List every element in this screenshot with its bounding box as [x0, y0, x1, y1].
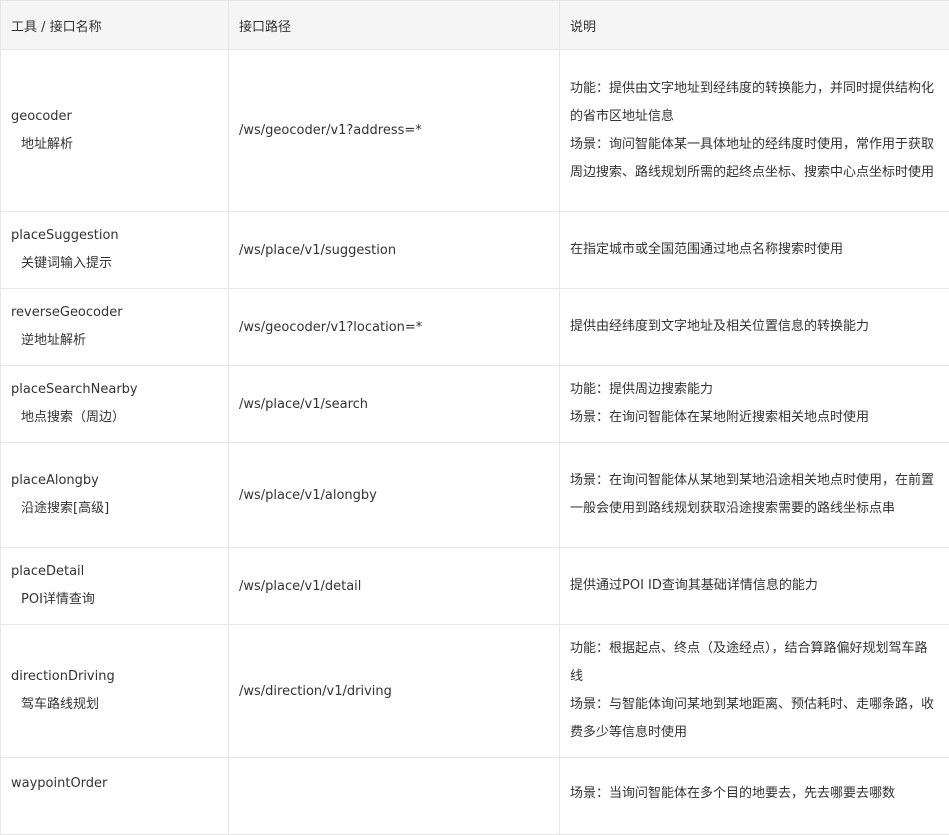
tool-cn-name: 地点搜索（周边） — [11, 404, 228, 432]
header-api-path: 接口路径 — [229, 1, 560, 50]
header-row: 工具 / 接口名称 接口路径 说明 — [1, 1, 949, 50]
table-body: geocoder 地址解析 /ws/geocoder/v1?address=* … — [1, 50, 949, 835]
description-line: 功能：提供由文字地址到经纬度的转换能力，并同时提供结构化的省市区地址信息 — [570, 75, 937, 131]
table-row: placeSearchNearby 地点搜索（周边） /ws/place/v1/… — [1, 366, 949, 443]
description-line: 场景：在询问智能体从某地到某地沿途相关地点时使用，在前置一般会使用到路线规划获取… — [570, 467, 937, 523]
api-path: /ws/geocoder/v1?address=* — [229, 50, 560, 212]
tool-cell: waypointOrder — [1, 758, 229, 835]
tool-cn-name: 地址解析 — [11, 131, 228, 159]
table-row: geocoder 地址解析 /ws/geocoder/v1?address=* … — [1, 50, 949, 212]
api-path: /ws/place/v1/detail — [229, 548, 560, 625]
description-cell: 功能：提供由文字地址到经纬度的转换能力，并同时提供结构化的省市区地址信息 场景：… — [560, 50, 949, 212]
table-row: directionDriving 驾车路线规划 /ws/direction/v1… — [1, 625, 949, 758]
tool-cell: directionDriving 驾车路线规划 — [1, 625, 229, 758]
description-line: 场景：与智能体询问某地到某地距离、预估耗时、走哪条路，收费多少等信息时使用 — [570, 691, 937, 747]
api-path: /ws/geocoder/v1?location=* — [229, 289, 560, 366]
tool-id: placeDetail — [11, 558, 228, 586]
description-cell: 提供通过POI ID查询其基础详情信息的能力 — [560, 548, 949, 625]
tool-cn-name: 逆地址解析 — [11, 327, 228, 355]
table-row: placeAlongby 沿途搜索[高级] /ws/place/v1/along… — [1, 443, 949, 548]
tool-id: reverseGeocoder — [11, 299, 228, 327]
tool-cn-name: 关键词输入提示 — [11, 250, 228, 278]
tool-id: placeSearchNearby — [11, 376, 228, 404]
table-row: placeDetail POI详情查询 /ws/place/v1/detail … — [1, 548, 949, 625]
tool-cell: placeDetail POI详情查询 — [1, 548, 229, 625]
api-path: /ws/place/v1/search — [229, 366, 560, 443]
tool-cn-name: 沿途搜索[高级] — [11, 495, 228, 523]
tool-id: placeSuggestion — [11, 222, 228, 250]
table-row: placeSuggestion 关键词输入提示 /ws/place/v1/sug… — [1, 212, 949, 289]
tool-id: directionDriving — [11, 663, 228, 691]
tool-id: geocoder — [11, 103, 228, 131]
description-line: 场景：询问智能体某一具体地址的经纬度时使用，常作用于获取周边搜索、路线规划所需的… — [570, 131, 937, 187]
api-path: /ws/direction/v1/driving — [229, 625, 560, 758]
tool-id: placeAlongby — [11, 467, 228, 495]
description-cell: 功能：根据起点、终点（及途经点），结合算路偏好规划驾车路线 场景：与智能体询问某… — [560, 625, 949, 758]
description-cell: 提供由经纬度到文字地址及相关位置信息的转换能力 — [560, 289, 949, 366]
header-tool-name: 工具 / 接口名称 — [1, 1, 229, 50]
description-line: 功能：根据起点、终点（及途经点），结合算路偏好规划驾车路线 — [570, 635, 937, 691]
api-path — [229, 758, 560, 835]
table-header: 工具 / 接口名称 接口路径 说明 — [1, 1, 949, 50]
description-line: 提供通过POI ID查询其基础详情信息的能力 — [570, 572, 937, 600]
tool-cn-name: 驾车路线规划 — [11, 691, 228, 719]
api-table: 工具 / 接口名称 接口路径 说明 geocoder 地址解析 /ws/geoc… — [0, 0, 949, 835]
table-row: reverseGeocoder 逆地址解析 /ws/geocoder/v1?lo… — [1, 289, 949, 366]
tool-cn-name: POI详情查询 — [11, 586, 228, 614]
tool-cell: geocoder 地址解析 — [1, 50, 229, 212]
tool-cell: placeAlongby 沿途搜索[高级] — [1, 443, 229, 548]
description-cell: 场景：在询问智能体从某地到某地沿途相关地点时使用，在前置一般会使用到路线规划获取… — [560, 443, 949, 548]
tool-cell: reverseGeocoder 逆地址解析 — [1, 289, 229, 366]
description-line: 场景：在询问智能体在某地附近搜索相关地点时使用 — [570, 404, 937, 432]
description-line: 提供由经纬度到文字地址及相关位置信息的转换能力 — [570, 313, 937, 341]
description-line: 功能：提供周边搜索能力 — [570, 376, 937, 404]
description-line: 场景：当询问智能体在多个目的地要去，先去哪要去哪数 — [570, 780, 937, 808]
description-line: 在指定城市或全国范围通过地点名称搜索时使用 — [570, 236, 937, 264]
tool-cell: placeSearchNearby 地点搜索（周边） — [1, 366, 229, 443]
tool-cell: placeSuggestion 关键词输入提示 — [1, 212, 229, 289]
description-cell: 场景：当询问智能体在多个目的地要去，先去哪要去哪数 — [560, 758, 949, 835]
api-path: /ws/place/v1/suggestion — [229, 212, 560, 289]
api-path: /ws/place/v1/alongby — [229, 443, 560, 548]
header-description: 说明 — [560, 1, 949, 50]
table-row: waypointOrder 场景：当询问智能体在多个目的地要去，先去哪要去哪数 — [1, 758, 949, 835]
description-cell: 功能：提供周边搜索能力 场景：在询问智能体在某地附近搜索相关地点时使用 — [560, 366, 949, 443]
description-cell: 在指定城市或全国范围通过地点名称搜索时使用 — [560, 212, 949, 289]
